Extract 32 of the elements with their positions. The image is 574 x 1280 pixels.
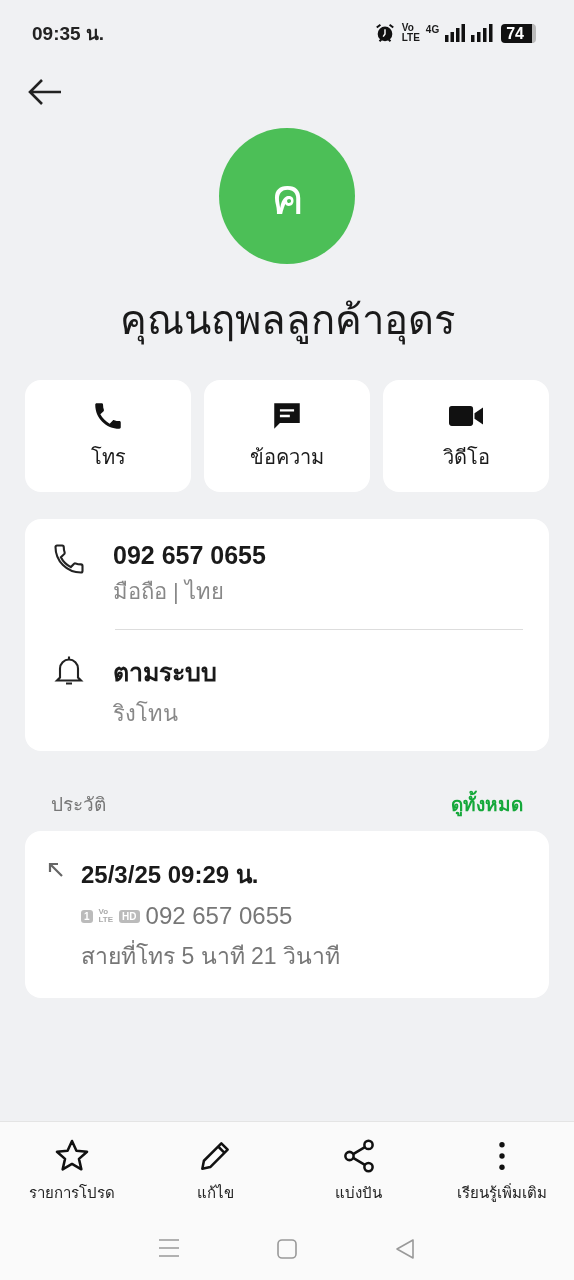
home-icon[interactable] [276,1238,298,1260]
detail-subtitle: มือถือ | ไทย [113,578,225,606]
status-time: 09:35 น. [32,22,105,46]
section-heading: ประวัติ [51,793,106,817]
menu-icon[interactable] [158,1238,180,1258]
action-button[interactable]: ข้อความ [204,380,370,492]
back-icon[interactable] [394,1238,416,1260]
signal-icon [445,24,466,42]
action-button[interactable]: วิดีโอ [383,380,549,492]
more-icon [499,1141,506,1171]
call-duration: สายที่โทร 5 นาที 21 วินาที [81,938,340,974]
network-type: 4G [425,24,440,35]
contact-name: คุณนฤพลลูกค้าอุดร [119,288,455,352]
action-button[interactable]: โทร [25,380,191,492]
toolbar-button[interactable]: เรียนรู้เพิ่มเติม [430,1136,574,1206]
hd-badge: HD [119,909,140,923]
detail-subtitle: ริงโทน [113,700,179,728]
contact-avatar: ค [219,128,355,264]
call-datetime: 25/3/25 09:29 น. [81,860,260,890]
toolbar-button[interactable]: แก้ไข [143,1136,287,1206]
toolbar-button[interactable]: รายการโปรด [0,1136,144,1206]
battery-indicator: 74 [501,23,536,43]
toolbar-button[interactable]: แบ่งปัน [287,1136,431,1206]
call-number: 092 657 0655 [145,902,293,930]
alarm-icon [373,22,396,44]
signal-icon [471,24,496,42]
detail-title: ตามระบบ [113,657,217,688]
volte-indicator: Vo LTE [401,23,420,43]
outgoing-call-icon [47,861,65,879]
volte-label: Vo LTE [98,908,114,924]
detail-title: 092 657 0655 [113,541,266,570]
sim-badge: 1 [81,909,93,923]
